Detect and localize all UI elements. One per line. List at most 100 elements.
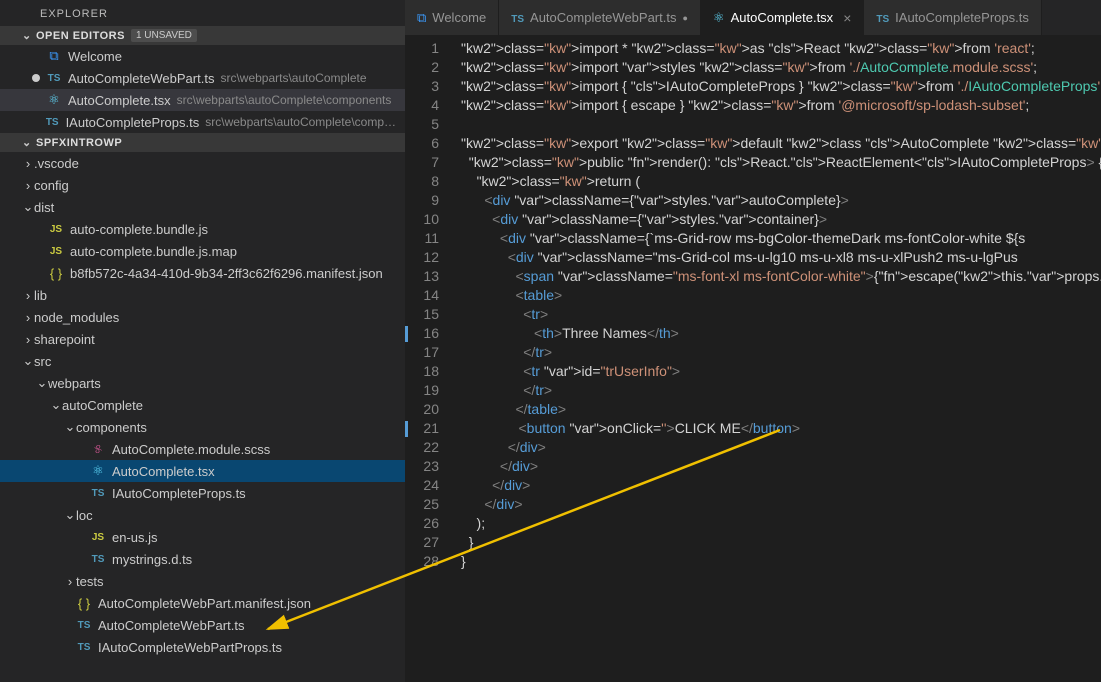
tree-label: src [34,354,51,369]
tree-label: IAutoCompleteProps.ts [112,486,246,501]
tree-file[interactable]: JSauto-complete.bundle.js [0,218,405,240]
chevron-down-icon: ⌄ [22,353,34,369]
tree-folder[interactable]: ⌄webparts [0,372,405,394]
tree-label: auto-complete.bundle.js.map [70,244,237,259]
line-number: 8 [405,172,439,191]
tree-folder[interactable]: ⌄loc [0,504,405,526]
line-number: 24 [405,476,439,495]
tree-folder[interactable]: ⌄dist [0,196,405,218]
line-number: 17 [405,343,439,362]
project-title: SPFXINTROWP [36,137,122,149]
open-editor-path: src\webparts\autoComplete\components [177,93,392,107]
code-line: "kw2">class="kw">import { escape } "kw2"… [461,96,1101,115]
editor-area: ⧉WelcomeTSAutoCompleteWebPart.ts●⚛AutoCo… [405,0,1101,682]
code-line: </tr> [461,381,1101,400]
tree-label: AutoCompleteWebPart.ts [98,618,244,633]
open-editors-list: ⧉Welcome TS AutoCompleteWebPart.ts src\webp… [0,45,405,133]
json-icon: { } [76,596,92,611]
tree-file[interactable]: TSIAutoCompleteProps.ts [0,482,405,504]
typescript-icon: TS [90,554,106,565]
chevron-right-icon: › [22,310,34,325]
tree-file[interactable]: JSauto-complete.bundle.js.map [0,240,405,262]
open-editor-item[interactable]: ⧉Welcome [0,45,405,67]
explorer-panel: EXPLORER ⌄ OPEN EDITORS 1 UNSAVED ⧉Welco… [0,0,405,682]
code-line: ); [461,514,1101,533]
editor-tabs: ⧉WelcomeTSAutoCompleteWebPart.ts●⚛AutoCo… [405,0,1101,35]
tree-folder[interactable]: ›config [0,174,405,196]
tree-file[interactable]: { } AutoCompleteWebPart.manifest.json [0,592,405,614]
tree-label: config [34,178,69,193]
change-bar [405,326,408,342]
tree-file[interactable]: TSAutoCompleteWebPart.ts [0,614,405,636]
line-number: 21 [405,419,439,438]
line-number: 28 [405,552,439,571]
code-content[interactable]: "kw2">class="kw">import * "kw2">class="k… [453,35,1101,682]
line-number: 11 [405,229,439,248]
modified-dot-icon [32,74,40,82]
code-line: <button "var">onClick=''>CLICK ME</butto… [461,419,1101,438]
tree-label: mystrings.d.ts [112,552,192,567]
code-line: } [461,552,1101,571]
chevron-right-icon: › [64,574,76,589]
tree-label: en-us.js [112,530,158,545]
line-number: 6 [405,134,439,153]
line-number: 15 [405,305,439,324]
tree-folder[interactable]: ›sharepoint [0,328,405,350]
open-editor-label: Welcome [68,49,122,64]
tree-file[interactable]: TSIAutoCompleteWebPartProps.ts [0,636,405,658]
open-editor-path: src\webparts\autoComplete\compone... [205,115,397,129]
sass-icon: ୫ [90,441,106,457]
typescript-icon: TS [511,10,524,25]
line-number: 25 [405,495,439,514]
project-header[interactable]: ⌄ SPFXINTROWP [0,133,405,152]
open-editor-label: AutoComplete.tsx [68,93,171,108]
tree-folder[interactable]: ⌄autoComplete [0,394,405,416]
tab-label: Welcome [432,10,486,25]
editor-tab[interactable]: ⚛AutoComplete.tsx× [701,0,864,35]
code-line: </tr> [461,343,1101,362]
tree-file[interactable]: ⚛AutoComplete.tsx [0,460,405,482]
code-line: "kw2">class="kw">export "kw2">class="kw"… [461,134,1101,153]
open-editor-item[interactable]: TSAutoCompleteWebPart.tssrc\webparts\aut… [0,67,405,89]
tree-folder[interactable]: ›tests [0,570,405,592]
tree-label: autoComplete [62,398,143,413]
line-number: 4 [405,96,439,115]
tree-label: AutoCompleteWebPart.manifest.json [98,596,311,611]
editor-tab[interactable]: TSIAutoCompleteProps.ts [864,0,1041,35]
tree-folder[interactable]: ›node_modules [0,306,405,328]
line-number: 10 [405,210,439,229]
tree-file[interactable]: { }b8fb572c-4a34-410d-9b34-2ff3c62f6296.… [0,262,405,284]
tree-file[interactable]: TS mystrings.d.ts [0,548,405,570]
tree-label: .vscode [34,156,79,171]
open-editor-item[interactable]: ⚛AutoComplete.tsxsrc\webparts\autoComple… [0,89,405,111]
code-line: "kw2">class="kw">import * "kw2">class="k… [461,39,1101,58]
typescript-icon: TS [876,10,889,25]
chevron-right-icon: › [22,178,34,193]
open-editor-label: IAutoCompleteProps.ts [66,115,200,130]
code-line: <tr "var">id="trUserInfo"> [461,362,1101,381]
open-editor-label: AutoCompleteWebPart.ts [68,71,214,86]
code-line: "kw2">class="kw">import "var">styles "kw… [461,58,1101,77]
close-icon[interactable]: × [843,10,851,26]
typescript-icon: TS [45,117,60,128]
tree-label: components [76,420,147,435]
code-line: "kw2">class="kw">return ( [461,172,1101,191]
editor-tab[interactable]: ⧉Welcome [405,0,499,35]
typescript-icon: TS [46,73,62,84]
open-editor-item[interactable]: TS IAutoCompleteProps.ts src\webparts\auto… [0,111,405,133]
code-line: "kw2">class="kw">public "fn">render(): "… [461,153,1101,172]
explorer-title: EXPLORER [0,0,405,26]
tree-file[interactable]: JSen-us.js [0,526,405,548]
modified-dot-icon: ● [682,13,687,23]
tree-folder[interactable]: ›lib [0,284,405,306]
tree-folder[interactable]: ⌄src [0,350,405,372]
open-editors-header[interactable]: ⌄ OPEN EDITORS 1 UNSAVED [0,26,405,45]
code-line: </div> [461,476,1101,495]
tree-folder[interactable]: ›.vscode [0,152,405,174]
editor-tab[interactable]: TSAutoCompleteWebPart.ts● [499,0,701,35]
tree-folder[interactable]: ⌄components [0,416,405,438]
tree-label: AutoComplete.module.scss [112,442,270,457]
code-line: <div "var">className={`ms-Grid-row ms-bg… [461,229,1101,248]
chevron-right-icon: › [22,288,34,303]
tree-file[interactable]: ୫ AutoComplete.module.scss [0,438,405,460]
